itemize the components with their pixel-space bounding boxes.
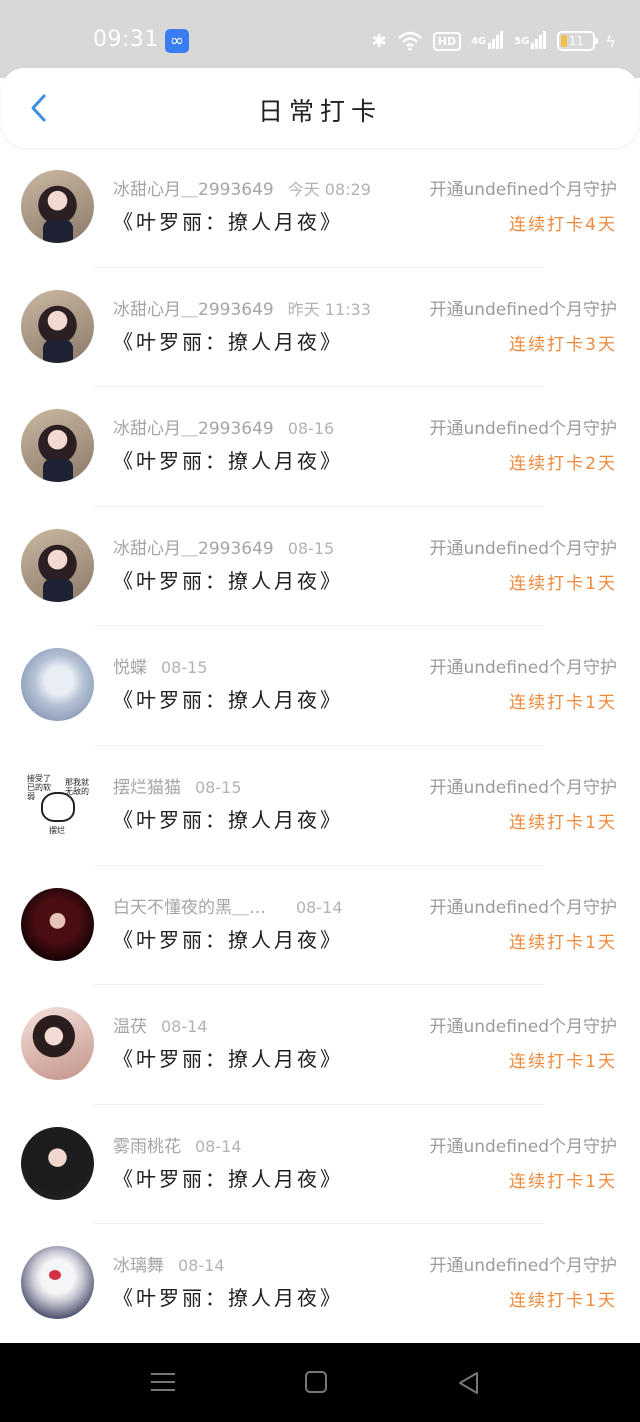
guard-text: 开通undefined个月守护: [429, 658, 617, 679]
checkin-item[interactable]: 悦蝶 08-15 开通undefined个月守护 《叶罗丽：撩人月夜》 连续打卡1…: [0, 626, 640, 746]
checkin-item[interactable]: 温茯 08-14 开通undefined个月守护 《叶罗丽：撩人月夜》 连续打卡1…: [0, 985, 640, 1105]
book-title: 《叶罗丽：撩人月夜》: [113, 329, 343, 354]
guard-text: 开通undefined个月守护: [429, 897, 617, 918]
book-title: 《叶罗丽：撩人月夜》: [113, 210, 343, 234]
checkin-date: 08-14: [161, 1017, 208, 1037]
streak-count: 连续打卡1天: [509, 812, 617, 833]
checkin-date: 今天 08:29: [287, 180, 371, 199]
book-title: 《叶罗丽：撩人月夜》: [113, 688, 343, 713]
user-name: 冰甜心月＿2993649 昨天 11:33: [113, 299, 371, 320]
status-bar: 09:31 ✱ HD 4G 5G: [0, 0, 640, 78]
checkin-date: 08-16: [287, 419, 335, 439]
avatar[interactable]: [21, 528, 94, 602]
meme-blob-icon: [41, 791, 75, 822]
infinity-app-icon: [165, 29, 189, 53]
avatar[interactable]: [21, 1007, 94, 1081]
signal-4g-icon: 4G: [471, 30, 504, 49]
user-name: 悦蝶 08-15: [113, 658, 208, 679]
streak-count: 连续打卡4天: [509, 215, 617, 235]
book-title: 《叶罗丽：撩人月夜》: [113, 807, 343, 832]
signal-5g-label: 5G: [514, 35, 530, 47]
triangle-back-icon[interactable]: [456, 1370, 482, 1396]
checkin-date: 08-14: [178, 1256, 225, 1276]
meme-text-2: 那我就 无敌的: [65, 777, 89, 796]
avatar[interactable]: [21, 170, 94, 243]
signal-5g-icon: 5G: [514, 30, 547, 49]
guard-text: 开通undefined个月守护: [429, 180, 617, 200]
page-title: 日常打卡: [257, 97, 382, 126]
avatar[interactable]: [21, 1126, 94, 1200]
guard-text: 开通undefined个月守护: [429, 1256, 617, 1277]
checkin-date: 08-14: [195, 1136, 242, 1156]
book-title: 《叶罗丽：撩人月夜》: [113, 449, 343, 474]
streak-count: 连续打卡1天: [509, 932, 617, 953]
streak-count: 连续打卡1天: [509, 1291, 617, 1312]
user-name: 冰甜心月＿2993649 今天 08:29: [113, 180, 371, 200]
checkin-item[interactable]: 雾雨桃花 08-14 开通undefined个月守护 《叶罗丽：撩人月夜》 连续打…: [0, 1105, 640, 1225]
streak-count: 连续打卡1天: [509, 693, 617, 714]
avatar[interactable]: [21, 289, 94, 363]
book-title: 《叶罗丽：撩人月夜》: [113, 1166, 343, 1191]
book-title: 《叶罗丽：撩人月夜》: [113, 568, 343, 593]
status-time: 09:31: [93, 27, 159, 52]
avatar[interactable]: [21, 409, 94, 483]
checkin-item[interactable]: 冰甜心月＿2993649 08-16 开通undefined个月守护 《叶罗丽：撩…: [0, 387, 640, 507]
book-title: 《叶罗丽：撩人月夜》: [113, 1047, 343, 1072]
book-title: 《叶罗丽：撩人月夜》: [113, 927, 343, 952]
bluetooth-icon: ✱: [371, 30, 387, 52]
guard-text: 开通undefined个月守护: [429, 777, 617, 798]
streak-count: 连续打卡1天: [509, 573, 617, 594]
checkin-item[interactable]: 冰璃舞 08-14 开通undefined个月守护 《叶罗丽：撩人月夜》 连续打卡…: [0, 1224, 640, 1344]
user-name: 雾雨桃花 08-14: [113, 1136, 242, 1157]
home-square-icon[interactable]: [305, 1371, 327, 1393]
checkin-item[interactable]: 冰甜心月＿2993649 08-15 开通undefined个月守护 《叶罗丽：撩…: [0, 507, 640, 627]
header-bar: 日常打卡: [2, 68, 638, 148]
streak-count: 连续打卡3天: [509, 334, 617, 355]
menu-icon[interactable]: [151, 1371, 175, 1393]
status-icons: ✱ HD 4G 5G 11 ϟ: [372, 28, 616, 54]
meme-text-3: 摆烂: [49, 825, 65, 835]
checkin-item[interactable]: 冰甜心月＿2993649 今天 08:29 开通undefined个月守护 《叶罗…: [0, 148, 640, 268]
streak-count: 连续打卡2天: [509, 454, 617, 475]
streak-count: 连续打卡1天: [509, 1052, 617, 1073]
checkin-date: 昨天 11:33: [287, 299, 371, 319]
checkin-item[interactable]: 白天不懂夜的黑＿… 08-14 开通undefined个月守护 《叶罗丽：撩人月夜…: [0, 866, 640, 986]
avatar[interactable]: [21, 887, 94, 961]
avatar[interactable]: [21, 648, 94, 722]
checkin-list: 冰甜心月＿2993649 今天 08:29 开通undefined个月守护 《叶罗…: [0, 148, 640, 1344]
guard-text: 开通undefined个月守护: [429, 299, 617, 320]
hd-badge: HD: [432, 31, 462, 51]
system-nav-bar: [0, 1343, 640, 1422]
user-name: 白天不懂夜的黑＿… 08-14: [113, 897, 343, 918]
wifi-icon: [397, 31, 423, 51]
charging-icon: ϟ: [605, 31, 616, 51]
battery-icon: 11: [557, 31, 599, 51]
signal-4g-label: 4G: [471, 35, 487, 47]
checkin-date: 08-15: [287, 538, 335, 558]
avatar[interactable]: 接受了 已的软弱 那我就 无敌的 摆烂: [21, 767, 94, 841]
streak-count: 连续打卡1天: [509, 1171, 617, 1192]
guard-text: 开通undefined个月守护: [429, 419, 617, 440]
guard-text: 开通undefined个月守护: [429, 1136, 617, 1157]
checkin-date: 08-14: [296, 897, 343, 917]
user-name: 冰甜心月＿2993649 08-15: [113, 538, 335, 559]
book-title: 《叶罗丽：撩人月夜》: [113, 1286, 343, 1311]
user-name: 冰甜心月＿2993649 08-16: [113, 419, 335, 440]
checkin-date: 08-15: [195, 777, 242, 797]
guard-text: 开通undefined个月守护: [429, 1017, 617, 1038]
user-name: 摆烂猫猫 08-15: [113, 777, 242, 798]
guard-text: 开通undefined个月守护: [429, 538, 617, 559]
avatar[interactable]: [21, 1246, 94, 1320]
checkin-date: 08-15: [161, 658, 208, 678]
user-name: 冰璃舞 08-14: [113, 1256, 225, 1277]
checkin-page: 09:31 ✱ HD 4G 5G: [0, 0, 640, 1422]
battery-level: 11: [568, 34, 585, 48]
checkin-item[interactable]: 冰甜心月＿2993649 昨天 11:33 开通undefined个月守护 《叶罗…: [0, 268, 640, 388]
user-name: 温茯 08-14: [113, 1017, 208, 1038]
checkin-item[interactable]: 接受了 已的软弱 那我就 无敌的 摆烂 摆烂猫猫 08-15 开通undefine…: [0, 746, 640, 866]
